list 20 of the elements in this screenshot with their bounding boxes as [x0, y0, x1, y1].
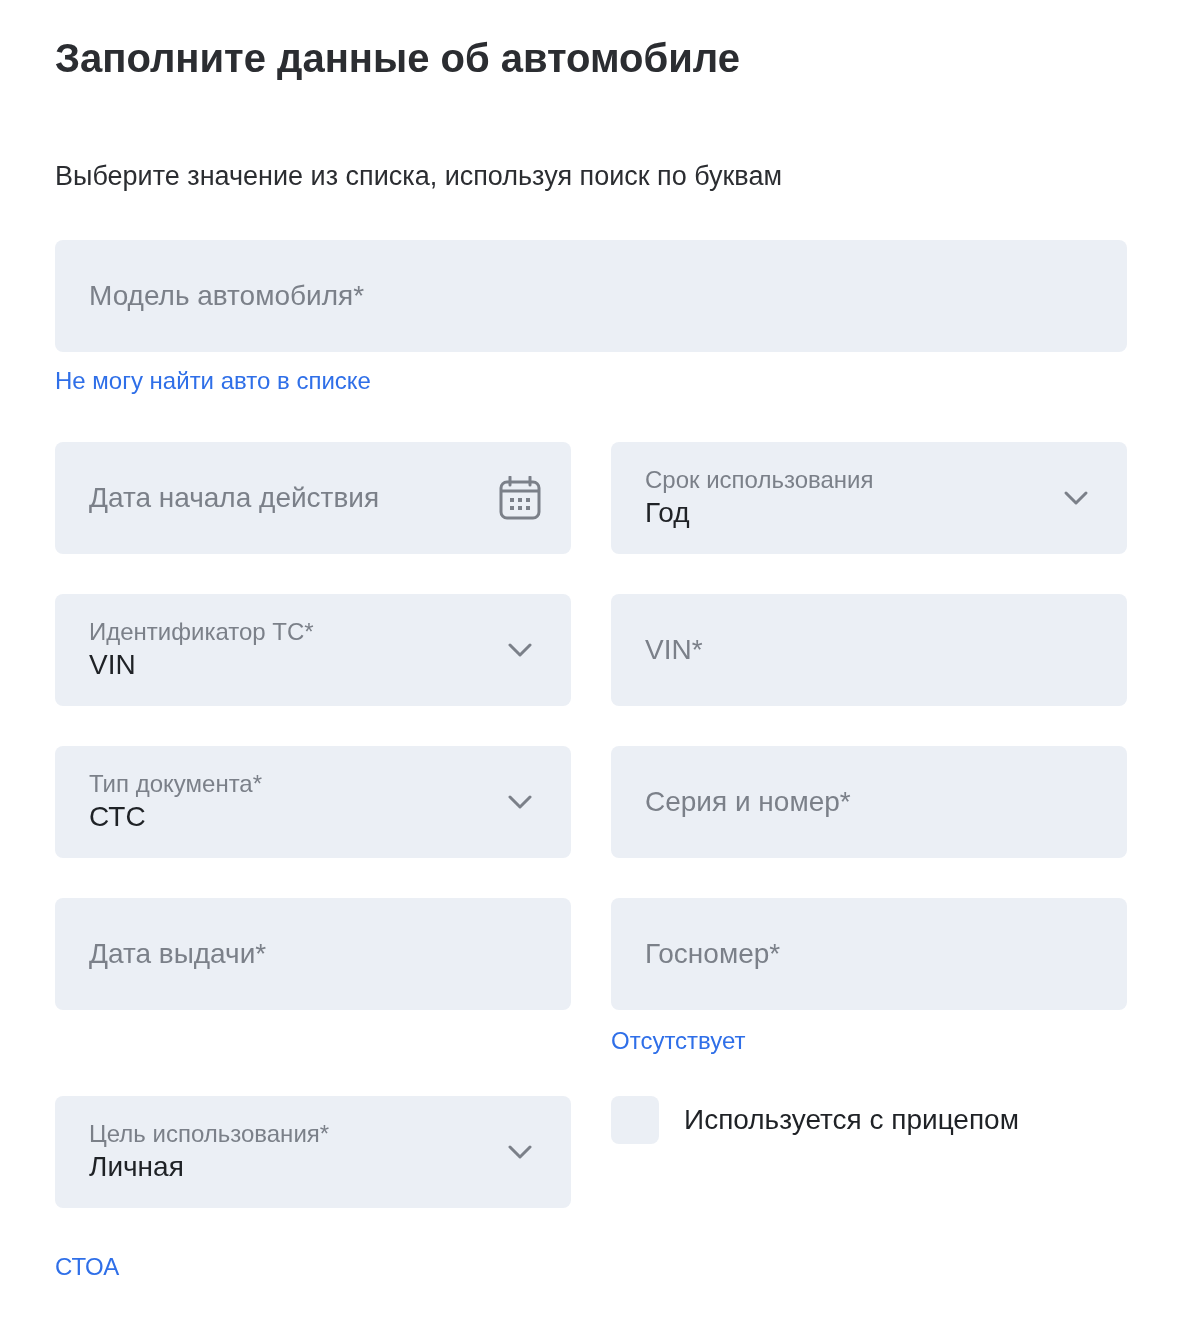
dropdown-field[interactable]: Цель использования* Личная: [55, 1096, 571, 1208]
chevron-down-icon: [507, 1144, 533, 1160]
input-field[interactable]: Дата выдачи*: [55, 898, 571, 1010]
input-field[interactable]: Серия и номер*: [611, 746, 1127, 858]
calendar-icon: [499, 476, 541, 520]
chevron-down-icon: [507, 642, 533, 658]
instruction-text: Выберите значение из списка, используя поиск по буквам: [55, 160, 783, 193]
cant-find-link[interactable]: Не могу найти авто в списке: [55, 366, 371, 396]
chevron-down-icon: [1063, 490, 1089, 506]
dropdown-field[interactable]: Срок использования Год: [611, 442, 1127, 554]
absent-link[interactable]: Отсутствует: [611, 1026, 746, 1056]
service-station-link[interactable]: СТОА: [55, 1252, 120, 1282]
checkbox-label: Используется с прицепом: [684, 1103, 1019, 1137]
chevron-down-icon: [507, 794, 533, 810]
input-field[interactable]: VIN*: [611, 594, 1127, 706]
input-field[interactable]: Госномер*: [611, 898, 1127, 1010]
page-title: Заполните данные об автомобиле: [55, 35, 741, 82]
dropdown-field[interactable]: Идентификатор ТС* VIN: [55, 594, 571, 706]
dropdown-field[interactable]: Тип документа* СТС: [55, 746, 571, 858]
input-field[interactable]: Модель автомобиля*: [55, 240, 1127, 352]
